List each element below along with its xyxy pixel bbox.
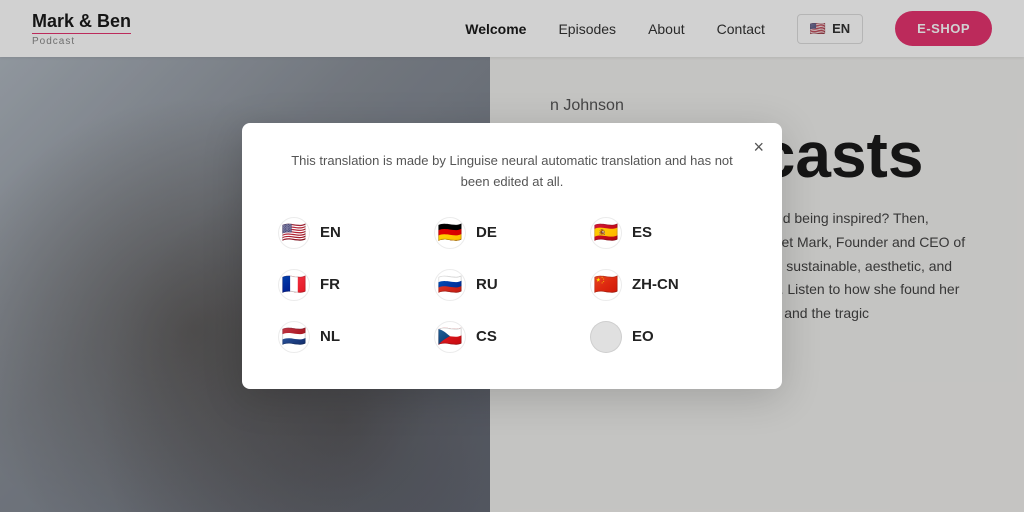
lang-code-nl: NL: [320, 328, 340, 345]
flag-fr: 🇫🇷: [278, 269, 310, 301]
flag-es: 🇪🇸: [590, 217, 622, 249]
lang-item-nl[interactable]: 🇳🇱 NL: [278, 321, 434, 353]
flag-ru: 🇷🇺: [434, 269, 466, 301]
flag-cs: 🇨🇿: [434, 321, 466, 353]
lang-code-de: DE: [476, 224, 497, 241]
language-grid: 🇺🇸 EN 🇩🇪 DE 🇪🇸 ES 🇫🇷 FR 🇷🇺 RU: [278, 217, 746, 353]
lang-item-ru[interactable]: 🇷🇺 RU: [434, 269, 590, 301]
lang-code-ru: RU: [476, 276, 498, 293]
lang-code-es: ES: [632, 224, 652, 241]
modal-close-button[interactable]: ×: [753, 137, 764, 158]
lang-item-fr[interactable]: 🇫🇷 FR: [278, 269, 434, 301]
lang-item-cs[interactable]: 🇨🇿 CS: [434, 321, 590, 353]
flag-en: 🇺🇸: [278, 217, 310, 249]
flag-nl: 🇳🇱: [278, 321, 310, 353]
flag-de: 🇩🇪: [434, 217, 466, 249]
modal-overlay[interactable]: × This translation is made by Linguise n…: [0, 0, 1024, 512]
lang-code-fr: FR: [320, 276, 340, 293]
lang-item-zh[interactable]: 🇨🇳 ZH-CN: [590, 269, 746, 301]
flag-eo: [590, 321, 622, 353]
lang-item-en[interactable]: 🇺🇸 EN: [278, 217, 434, 249]
lang-code-zh: ZH-CN: [632, 276, 679, 293]
lang-code-eo: EO: [632, 328, 654, 345]
lang-code-en: EN: [320, 224, 341, 241]
language-modal: × This translation is made by Linguise n…: [242, 123, 782, 389]
modal-notice: This translation is made by Linguise neu…: [278, 151, 746, 193]
lang-item-eo[interactable]: EO: [590, 321, 746, 353]
lang-item-de[interactable]: 🇩🇪 DE: [434, 217, 590, 249]
lang-item-es[interactable]: 🇪🇸 ES: [590, 217, 746, 249]
lang-code-cs: CS: [476, 328, 497, 345]
flag-zh: 🇨🇳: [590, 269, 622, 301]
